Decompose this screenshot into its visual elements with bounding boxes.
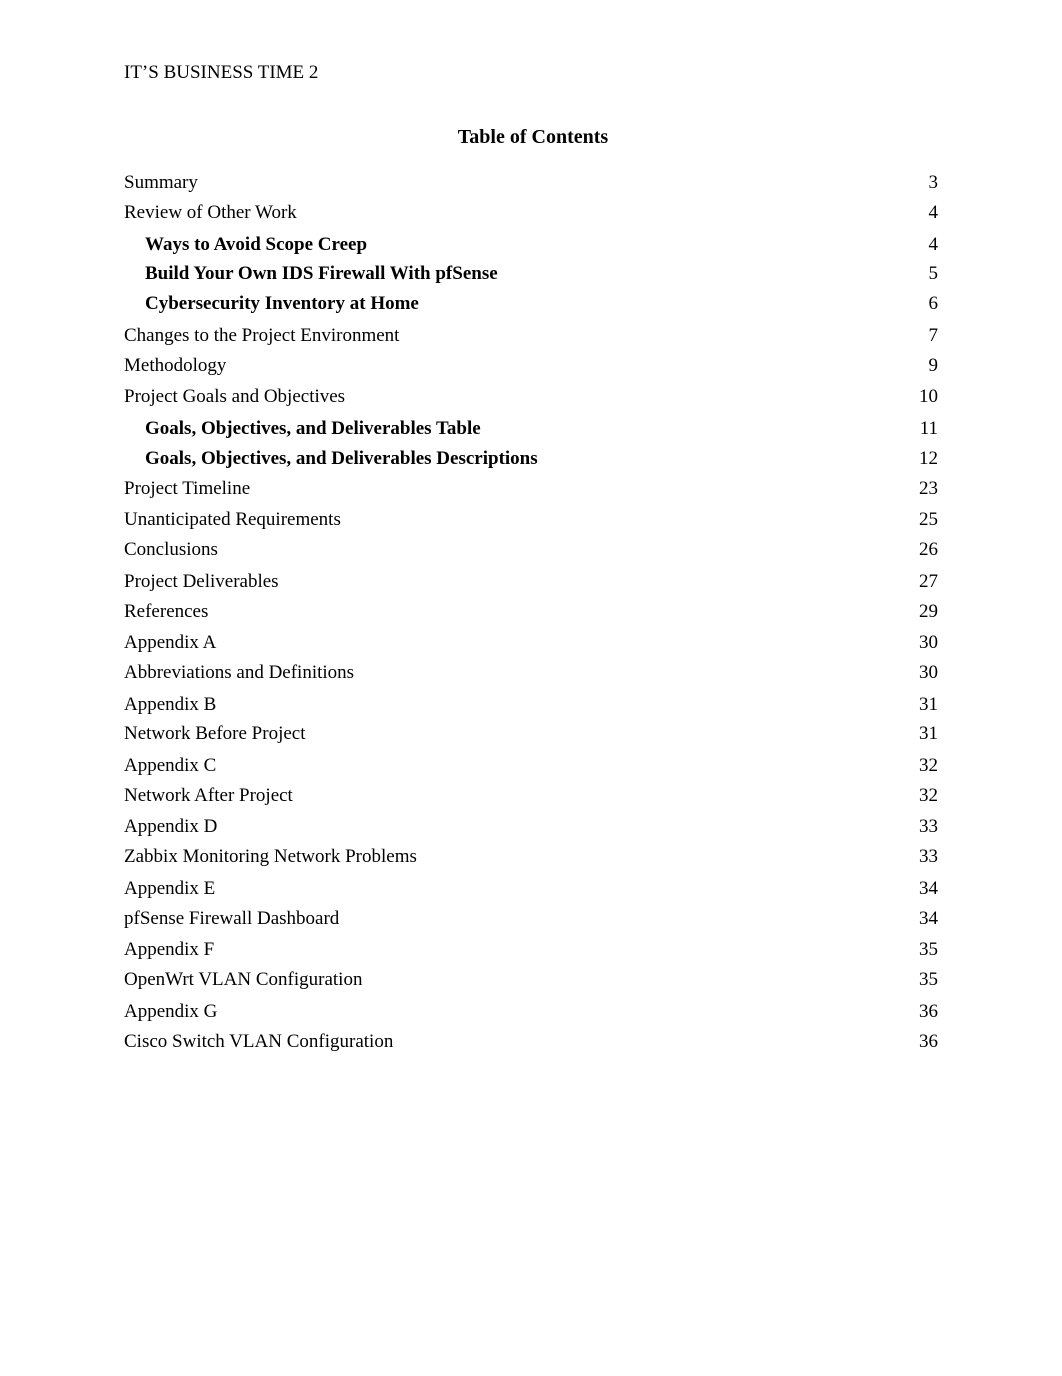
toc-entry[interactable]: Appendix B 31 [124, 693, 938, 717]
toc-entry-page-number[interactable]: 27 [919, 570, 938, 594]
toc-entry[interactable]: OpenWrt VLAN Configuration 35 [124, 968, 938, 992]
toc-entry-label[interactable]: Summary [124, 171, 198, 195]
running-head-title: IT’S BUSINESS TIME [124, 62, 305, 83]
toc-entry-page-number[interactable]: 9 [929, 354, 939, 378]
toc-entry-page-number[interactable]: 31 [919, 722, 938, 746]
toc-entry-label[interactable]: Goals, Objectives, and Deliverables Tabl… [145, 417, 481, 441]
toc-entry-label[interactable]: Appendix D [124, 815, 217, 839]
toc-entry-label[interactable]: Appendix B [124, 693, 216, 717]
toc-entry-page-number[interactable]: 30 [919, 661, 938, 685]
toc-entry[interactable]: Network After Project 32 [124, 784, 938, 808]
toc-entry-page-number[interactable]: 36 [919, 1030, 938, 1054]
toc-entry-label[interactable]: Project Timeline [124, 477, 250, 501]
toc-entry[interactable]: Goals, Objectives, and Deliverables Desc… [124, 447, 938, 471]
toc-entry-label[interactable]: Cisco Switch VLAN Configuration [124, 1030, 393, 1054]
toc-entry[interactable]: Methodology 9 [124, 354, 938, 378]
toc-entry[interactable]: Cybersecurity Inventory at Home 6 [124, 292, 938, 316]
toc-entry-label[interactable]: Changes to the Project Environment [124, 324, 399, 348]
toc-entry-label[interactable]: Conclusions [124, 538, 218, 562]
toc-entry-page-number[interactable]: 34 [919, 907, 938, 931]
toc-entry-label[interactable]: References [124, 600, 208, 624]
page-number: 2 [308, 62, 319, 83]
toc-entry-page-number[interactable]: 25 [919, 508, 938, 532]
toc-entry-label[interactable]: Goals, Objectives, and Deliverables Desc… [145, 447, 538, 471]
toc-entry[interactable]: Project Deliverables 27 [124, 570, 938, 594]
toc-entry-page-number[interactable]: 12 [919, 447, 938, 471]
toc-entry[interactable]: References 29 [124, 600, 938, 624]
toc-entry-label[interactable]: Appendix F [124, 938, 214, 962]
toc-entry[interactable]: Cisco Switch VLAN Configuration 36 [124, 1030, 938, 1054]
toc-entry-label[interactable]: Appendix G [124, 1000, 217, 1024]
toc-entry-label[interactable]: Unanticipated Requirements [124, 508, 341, 532]
toc-entry[interactable]: Abbreviations and Definitions 30 [124, 661, 938, 685]
toc-entry-page-number[interactable]: 6 [929, 292, 939, 316]
toc-entry-label[interactable]: Project Goals and Objectives [124, 385, 345, 409]
page-title: Table of Contents [457, 126, 609, 148]
toc-entry[interactable]: Project Goals and Objectives 10 [124, 385, 938, 409]
toc-entry-page-number[interactable]: 34 [919, 877, 938, 901]
toc-entry-page-number[interactable]: 26 [919, 538, 938, 562]
toc-entry[interactable]: Changes to the Project Environment 7 [124, 324, 938, 348]
toc-entry-label[interactable]: pfSense Firewall Dashboard [124, 907, 339, 931]
toc-entry-page-number[interactable]: 23 [919, 477, 938, 501]
toc-entry-label[interactable]: Review of Other Work [124, 201, 297, 225]
toc-entry[interactable]: Appendix D 33 [124, 815, 938, 839]
toc-entry-label[interactable]: Network After Project [124, 784, 293, 808]
toc-entry-page-number[interactable]: 30 [919, 631, 938, 655]
toc-entry-page-number[interactable]: 7 [929, 324, 939, 348]
toc-entry-page-number[interactable]: 4 [929, 201, 939, 225]
toc-entry-label[interactable]: Cybersecurity Inventory at Home [145, 292, 419, 316]
toc-entry[interactable]: Network Before Project 31 [124, 722, 938, 746]
toc-entry[interactable]: Appendix A 30 [124, 631, 938, 655]
toc-entry-page-number[interactable]: 29 [919, 600, 938, 624]
toc-entry[interactable]: Unanticipated Requirements 25 [124, 508, 938, 532]
toc-entry-page-number[interactable]: 35 [919, 938, 938, 962]
toc-entry[interactable]: Ways to Avoid Scope Creep 4 [124, 233, 938, 257]
toc-entry-label[interactable]: Build Your Own IDS Firewall With pfSense [145, 262, 498, 286]
toc-entry-page-number[interactable]: 36 [919, 1000, 938, 1024]
toc-entry-page-number[interactable]: 33 [919, 815, 938, 839]
toc-entry-label[interactable]: Appendix C [124, 754, 216, 778]
running-head: IT’S BUSINESS TIME 2 [124, 61, 318, 85]
toc-entry-label[interactable]: Project Deliverables [124, 570, 279, 594]
toc-entry-page-number[interactable]: 5 [929, 262, 939, 286]
toc-entry-label[interactable]: Zabbix Monitoring Network Problems [124, 845, 417, 869]
toc-entry[interactable]: Summary 3 [124, 171, 938, 195]
toc-entry-label[interactable]: OpenWrt VLAN Configuration [124, 968, 362, 992]
toc-entry-page-number[interactable]: 35 [919, 968, 938, 992]
toc-entry-page-number[interactable]: 11 [920, 417, 938, 441]
toc-entry[interactable]: Review of Other Work 4 [124, 201, 938, 225]
toc-entry[interactable]: Appendix E 34 [124, 877, 938, 901]
toc-entry-label[interactable]: Network Before Project [124, 722, 306, 746]
toc-entry[interactable]: Zabbix Monitoring Network Problems 33 [124, 845, 938, 869]
toc-entry-page-number[interactable]: 32 [919, 754, 938, 778]
toc-entry-page-number[interactable]: 4 [929, 233, 939, 257]
toc-entry[interactable]: Appendix F 35 [124, 938, 938, 962]
toc-entry-page-number[interactable]: 33 [919, 845, 938, 869]
toc-entry-label[interactable]: Appendix A [124, 631, 216, 655]
toc-entry[interactable]: Project Timeline 23 [124, 477, 938, 501]
toc-entry-page-number[interactable]: 31 [919, 693, 938, 717]
toc-entry-label[interactable]: Ways to Avoid Scope Creep [145, 233, 367, 257]
toc-entry-page-number[interactable]: 32 [919, 784, 938, 808]
toc-entry[interactable]: Build Your Own IDS Firewall With pfSense… [124, 262, 938, 286]
toc-entry[interactable]: Appendix G 36 [124, 1000, 938, 1024]
toc-entry-page-number[interactable]: 3 [929, 171, 939, 195]
toc-entry-page-number[interactable]: 10 [919, 385, 938, 409]
toc-entry-label[interactable]: Methodology [124, 354, 226, 378]
toc-entry[interactable]: Conclusions 26 [124, 538, 938, 562]
toc-entry[interactable]: Goals, Objectives, and Deliverables Tabl… [124, 417, 938, 441]
toc-entry-label[interactable]: Appendix E [124, 877, 215, 901]
toc-entry[interactable]: pfSense Firewall Dashboard 34 [124, 907, 938, 931]
toc-entry[interactable]: Appendix C 32 [124, 754, 938, 778]
toc-entry-label[interactable]: Abbreviations and Definitions [124, 661, 354, 685]
